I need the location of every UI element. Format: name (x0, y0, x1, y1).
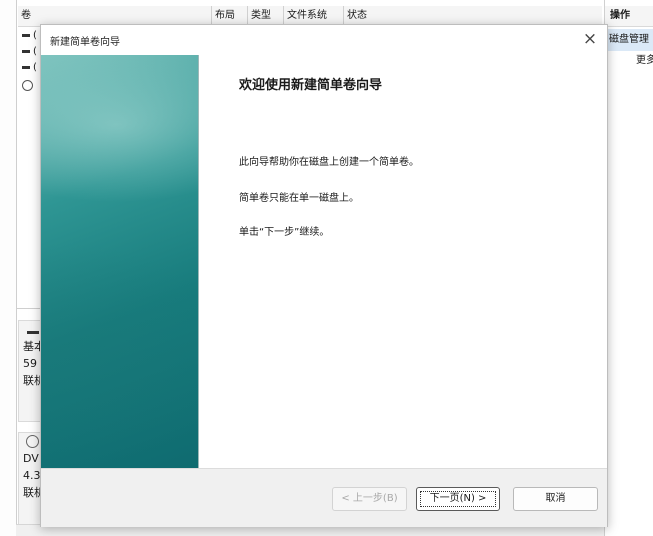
dialog-titlebar[interactable]: 新建简单卷向导 × (41, 25, 607, 55)
volume-icon (22, 33, 30, 37)
cd-drive-icon (26, 435, 39, 448)
next-button-label: 下一页(N) > (429, 493, 487, 504)
banner-divider (198, 55, 199, 468)
actions-pane: 操作 磁盘管理 更多 (604, 0, 653, 536)
wizard-instruction: 单击“下一步”继续。 (239, 227, 330, 238)
back-button[interactable]: < 上一步(B) (332, 487, 407, 511)
wizard-note: 简单卷只能在单一磁盘上。 (239, 193, 359, 204)
screen: 卷 布局 类型 文件系统 状态 ( ( ( 基本 59 联机 DV 4.3 联机… (0, 0, 653, 536)
new-simple-volume-wizard: 新建简单卷向导 × 欢迎使用新建简单卷向导 此向导帮助你在磁盘上创建一个简单卷。… (40, 24, 608, 527)
dialog-footer: < 上一步(B) 下一页(N) > 取消 (41, 468, 607, 527)
actions-title: 操作 (605, 6, 653, 27)
close-icon[interactable]: × (579, 28, 601, 50)
column-filesystem[interactable]: 文件系统 (284, 6, 344, 26)
dialog-title: 新建简单卷向导 (50, 37, 120, 48)
cancel-button[interactable]: 取消 (513, 487, 598, 511)
wizard-heading: 欢迎使用新建简单卷向导 (239, 78, 383, 93)
disk-icon (27, 331, 39, 334)
volume-icon (22, 49, 30, 53)
actions-item-more[interactable]: 更多 (605, 51, 653, 71)
volume-icon (22, 65, 30, 69)
cd-volume-icon (22, 80, 33, 91)
wizard-description: 此向导帮助你在磁盘上创建一个简单卷。 (239, 157, 419, 168)
column-status[interactable]: 状态 (344, 6, 507, 26)
column-type[interactable]: 类型 (248, 6, 284, 26)
actions-item-disk-management[interactable]: 磁盘管理 (605, 29, 653, 51)
next-button[interactable]: 下一页(N) > (416, 487, 500, 511)
column-volume[interactable]: 卷 (18, 6, 212, 26)
column-layout[interactable]: 布局 (212, 6, 248, 26)
wizard-banner-image (41, 55, 198, 468)
